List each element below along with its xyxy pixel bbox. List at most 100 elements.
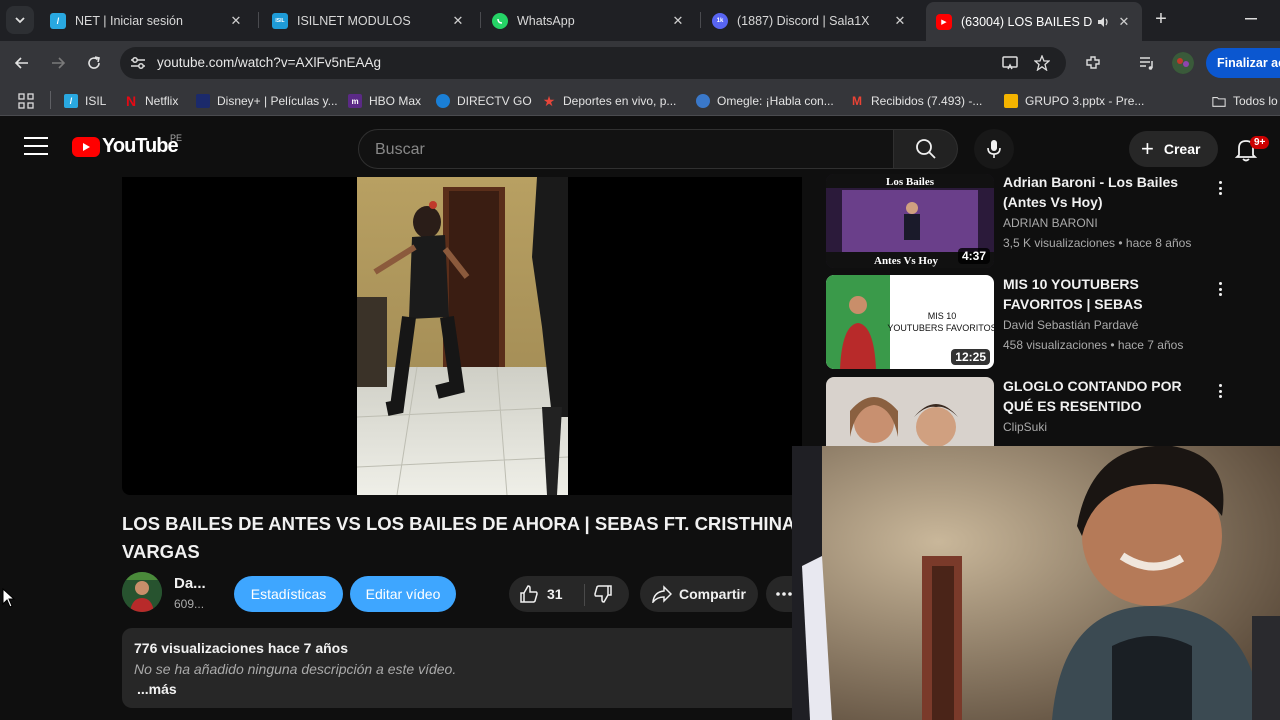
tab-close-icon[interactable]: ✕ — [228, 13, 244, 29]
views-and-date: 776 visualizaciones hace 7 años — [134, 640, 349, 656]
tab-close-icon[interactable]: ✕ — [1116, 14, 1132, 30]
back-button[interactable] — [8, 49, 36, 77]
discord-favicon-icon: 1k — [712, 12, 728, 29]
bookmark-label: Deportes en vivo, p... — [563, 94, 677, 108]
browser-tab-isilnet[interactable]: ISIL ISILNET MODULOS ✕ — [262, 4, 476, 37]
cast-icon[interactable] — [1000, 53, 1020, 73]
search-input[interactable]: Buscar — [358, 129, 894, 169]
more-vertical-icon[interactable] — [1212, 178, 1228, 198]
thumbnail-text: Antes Vs Hoy — [874, 255, 938, 267]
browser-tab-net[interactable]: / NET | Iniciar sesión ✕ — [40, 4, 254, 37]
forward-button[interactable] — [44, 49, 72, 77]
video-thumbnail[interactable]: Los Bailes Antes Vs Hoy 4:37 — [826, 174, 994, 268]
netflix-icon: N — [125, 93, 137, 109]
search-placeholder: Buscar — [375, 141, 425, 158]
more-vertical-icon[interactable] — [1212, 381, 1228, 401]
video-thumbnail[interactable] — [826, 377, 994, 446]
speaker-icon[interactable] — [1096, 15, 1110, 29]
finalizar-button[interactable]: Finalizar act — [1206, 48, 1280, 78]
microphone-icon — [987, 140, 1001, 158]
share-button[interactable]: Compartir — [640, 576, 758, 612]
description-box[interactable]: 776 visualizaciones hace 7 años No se ha… — [122, 628, 802, 708]
recommendation-item[interactable]: Los Bailes Antes Vs Hoy 4:37 Adrian Baro… — [826, 174, 1246, 270]
mouse-cursor-icon — [2, 587, 16, 613]
recommendation-item[interactable]: MIS 10 YOUTUBERS FAVORITOS 12:25 MIS 10 … — [826, 275, 1246, 371]
channel-name[interactable]: Da... — [174, 575, 206, 592]
tab-close-icon[interactable]: ✕ — [670, 13, 686, 29]
plus-icon: + — [1141, 136, 1154, 161]
bookmark-netflix[interactable]: N Netflix — [124, 91, 178, 111]
star-icon: ★ — [542, 92, 556, 109]
dislike-button[interactable] — [585, 584, 613, 604]
bookmark-divider — [50, 91, 51, 109]
menu-icon[interactable] — [24, 137, 48, 157]
profile-avatar[interactable] — [1172, 52, 1194, 74]
like-count: 31 — [547, 586, 563, 602]
voice-search-button[interactable] — [974, 129, 1014, 169]
arrow-right-icon — [52, 57, 66, 69]
all-bookmarks-folder[interactable]: Todos lo — [1212, 91, 1278, 111]
tab-divider — [480, 12, 481, 28]
video-thumbnail[interactable]: MIS 10 YOUTUBERS FAVORITOS 12:25 — [826, 275, 994, 369]
recommendation-channel[interactable]: David Sebastián Pardavé — [1003, 318, 1138, 332]
notifications-badge: 9+ — [1250, 136, 1270, 149]
bookmark-star-icon[interactable] — [1032, 53, 1052, 73]
recommendation-title[interactable]: GLOGLO CONTANDO POR QUÉ ES RESENTIDO — [1003, 377, 1209, 416]
tab-close-icon[interactable]: ✕ — [892, 13, 908, 29]
tab-divider — [700, 12, 701, 28]
youtube-wordmark: YouTube — [102, 135, 179, 157]
edit-video-button[interactable]: Editar vídeo — [350, 576, 456, 612]
bookmark-omegle[interactable]: Omegle: ¡Habla con... — [696, 91, 834, 111]
bookmark-deportes[interactable]: ★ Deportes en vivo, p... — [542, 91, 677, 111]
search-button[interactable] — [894, 129, 958, 169]
reload-button[interactable] — [80, 49, 108, 77]
apps-grid-icon[interactable] — [18, 91, 34, 111]
bookmark-grupo3[interactable]: GRUPO 3.pptx - Pre... — [1004, 91, 1144, 111]
tab-title: (1887) Discord | Sala1X — [737, 13, 870, 28]
video-player[interactable] — [122, 177, 802, 495]
recommendation-meta: 458 visualizaciones • hace 7 años — [1003, 338, 1184, 352]
create-button[interactable]: + Crear — [1129, 131, 1218, 167]
bookmark-gmail[interactable]: M Recibidos (7.493) -... — [850, 91, 982, 111]
browser-tab-discord[interactable]: 1k (1887) Discord | Sala1X ✕ — [702, 4, 918, 37]
media-control-icon[interactable] — [1137, 53, 1157, 73]
bookmark-label: Netflix — [145, 94, 179, 108]
country-code: PE — [170, 133, 183, 143]
recommendation-channel[interactable]: ADRIAN BARONI — [1003, 216, 1098, 230]
video-frame — [357, 177, 568, 495]
search-icon — [915, 139, 936, 159]
new-tab-button[interactable]: + — [1150, 8, 1172, 30]
address-bar[interactable]: youtube.com/watch?v=AXlFv5nEAAg — [120, 47, 1066, 79]
bookmark-label: Omegle: ¡Habla con... — [717, 94, 834, 108]
recommendation-channel[interactable]: ClipSuki — [1003, 420, 1047, 434]
youtube-play-icon — [72, 136, 100, 157]
more-vertical-icon[interactable] — [1212, 279, 1228, 299]
show-more-link[interactable]: ...más — [137, 681, 177, 697]
recommendation-title[interactable]: MIS 10 YOUTUBERS FAVORITOS | SEBAS — [1003, 274, 1209, 314]
bookmarks-bar: / ISIL N Netflix Disney+ | Películas y..… — [0, 85, 1280, 116]
site-settings-icon[interactable] — [128, 53, 148, 73]
statistics-button[interactable]: Estadísticas — [234, 576, 343, 612]
share-label: Compartir — [679, 586, 746, 602]
subscriber-count: 609... — [174, 597, 205, 611]
bookmark-isil[interactable]: / ISIL — [64, 91, 106, 111]
thumbnail-text: Los Bailes — [886, 176, 935, 188]
bookmark-disney[interactable]: Disney+ | Películas y... — [196, 91, 338, 111]
tab-close-icon[interactable]: ✕ — [450, 13, 466, 29]
recommendation-item[interactable]: GLOGLO CONTANDO POR QUÉ ES RESENTIDO Cli… — [826, 377, 1246, 446]
bookmark-label: Todos lo — [1233, 94, 1278, 108]
browser-tab-whatsapp[interactable]: WhatsApp ✕ — [482, 4, 696, 37]
extensions-icon[interactable] — [1083, 53, 1103, 73]
tab-title: ISILNET MODULOS — [297, 13, 411, 28]
svg-text:YOUTUBERS FAVORITOS: YOUTUBERS FAVORITOS — [887, 323, 994, 333]
youtube-logo[interactable]: YouTube PE — [72, 133, 182, 158]
bookmark-label: Recibidos (7.493) -... — [871, 94, 983, 108]
recommendation-title[interactable]: Adrian Baroni - Los Bailes (Antes Vs Hoy… — [1003, 172, 1209, 212]
like-button[interactable]: 31 — [509, 584, 585, 604]
browser-tab-youtube-active[interactable]: ▶ (63004) LOS BAILES DE A ✕ — [926, 2, 1142, 41]
tab-search-button[interactable] — [6, 6, 34, 34]
channel-avatar[interactable] — [122, 572, 162, 612]
bookmark-hbomax[interactable]: m HBO Max — [348, 91, 421, 111]
minimize-window-button[interactable] — [1240, 8, 1262, 30]
bookmark-directv[interactable]: DIRECTV GO — [436, 91, 532, 111]
